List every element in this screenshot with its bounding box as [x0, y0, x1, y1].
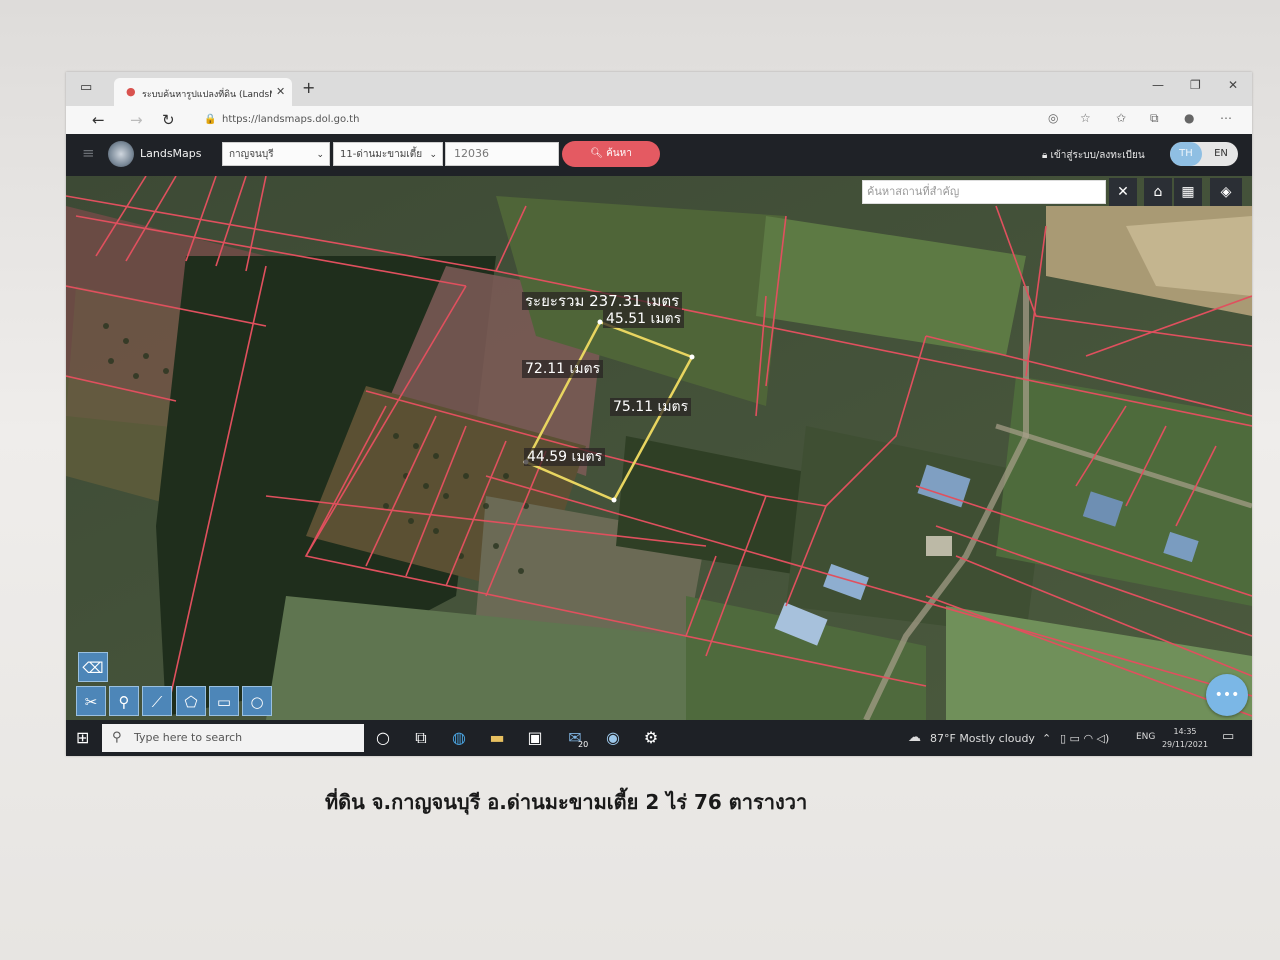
edge-bottom-label: 44.59 เมตร — [524, 448, 606, 466]
tab-bar: ▭ ● ระบบค้นหารูปแปลงที่ดิน (LandsMaps) ✕… — [66, 72, 1252, 106]
cloud-icon: ☁ — [908, 730, 921, 745]
url-text: https://landsmaps.dol.go.th — [222, 114, 360, 125]
edge-browser-icon[interactable]: ◍ — [448, 727, 470, 749]
mail-badge: 20 — [578, 740, 589, 749]
edge-top-label: 45.51 เมตร — [603, 310, 685, 328]
lock-icon: 🔒 — [204, 114, 217, 125]
chrome-icon[interactable]: ◉ — [602, 727, 624, 749]
map-pin-icon: ● — [126, 85, 136, 98]
file-explorer-icon[interactable]: ▬ — [486, 727, 508, 749]
landsmaps-header: ≡ LandsMaps กาญจนบุรี ⌄ 11-ด่านมะขามเตี้… — [66, 134, 1252, 176]
grid-icon[interactable]: ▦ — [1174, 178, 1202, 206]
district-value: 11-ด่านมะขามเตี้ย — [340, 149, 423, 160]
eraser-tool-icon[interactable]: ⌫ — [78, 652, 108, 682]
line-tool-icon[interactable]: ⟋ — [142, 686, 172, 716]
clock[interactable]: 14:35 29/11/2021 — [1158, 725, 1212, 751]
clock-time: 14:35 — [1173, 727, 1197, 736]
cortana-icon[interactable]: ○ — [372, 727, 394, 749]
add-favorite-icon[interactable]: ☆ — [1080, 111, 1091, 125]
landsmaps-logo — [108, 141, 134, 167]
photo-caption: ที่ดิน จ.กาญจนบุรี อ.ด่านมะขามเตี้ย 2 ไร… — [325, 790, 808, 814]
map-view[interactable]: ระยะรวม 237.31 เมตร 45.51 เมตร 72.11 เมต… — [66, 176, 1252, 720]
parcel-number-input[interactable]: 12036 — [445, 142, 559, 166]
language-toggle[interactable]: TH EN — [1170, 142, 1238, 166]
tray-icons[interactable]: ▯ ▭ ◠ ◁) — [1060, 732, 1109, 745]
vertex-marker — [597, 319, 603, 325]
back-icon[interactable]: ← — [92, 111, 105, 129]
new-tab-icon[interactable]: + — [302, 80, 315, 96]
tab-actions-icon[interactable]: ▭ — [80, 80, 92, 96]
task-view-icon[interactable]: ⧉ — [410, 727, 432, 749]
tab-landsmaps[interactable]: ● ระบบค้นหารูปแปลงที่ดิน (LandsMaps) ✕ — [114, 78, 292, 106]
taskbar-search-placeholder: Type here to search — [134, 731, 243, 744]
edge-left-label: 72.11 เมตร — [522, 360, 604, 378]
more-menu-icon[interactable]: ⋯ — [1220, 111, 1232, 125]
weather-text[interactable]: 87°F Mostly cloudy — [930, 732, 1035, 745]
tab-title: ระบบค้นหารูปแปลงที่ดิน (LandsMaps) — [142, 90, 272, 100]
more-options-button[interactable]: ••• — [1206, 674, 1248, 716]
url-field[interactable]: 🔒 https://landsmaps.dol.go.th — [204, 110, 1024, 130]
search-icon: ⚲ — [112, 730, 122, 745]
collections-icon[interactable]: ⧉ — [1150, 111, 1159, 126]
search-button-label: ค้นหา — [606, 148, 632, 159]
clock-date: 29/11/2021 — [1161, 740, 1209, 749]
satellite-map — [66, 176, 1252, 720]
location-icon[interactable]: ◎ — [1048, 111, 1058, 125]
vertex-marker — [611, 497, 617, 503]
profile-icon[interactable]: ● — [1184, 111, 1194, 125]
place-search-input[interactable]: ค้นหาสถานที่สำคัญ — [862, 180, 1106, 204]
vertex-marker — [689, 354, 695, 360]
notification-icon[interactable]: ▭ — [1222, 729, 1234, 744]
close-tab-icon[interactable]: ✕ — [276, 85, 285, 98]
tools-icon[interactable]: ✂ — [76, 686, 106, 716]
clear-search-icon[interactable]: ✕ — [1109, 178, 1137, 206]
address-bar: ← → ↻ 🔒 https://landsmaps.dol.go.th ◎ ☆ … — [66, 106, 1252, 134]
browser-window: ▭ ● ระบบค้นหารูปแปลงที่ดิน (LandsMaps) ✕… — [66, 72, 1252, 756]
login-link[interactable]: 🔒︎ เข้าสู่ระบบ/ลงทะเบียน — [1042, 148, 1145, 163]
menu-icon[interactable]: ≡ — [82, 146, 98, 161]
chevron-down-icon: ⌄ — [429, 150, 437, 160]
windows-taskbar: ⊞ ⚲ Type here to search ○ ⧉ ◍ ▬ ▣ ✉ 20 ◉… — [66, 720, 1252, 756]
home-icon[interactable]: ⌂ — [1144, 178, 1172, 206]
district-select[interactable]: 11-ด่านมะขามเตี้ย ⌄ — [333, 142, 443, 166]
input-language[interactable]: ENG — [1136, 732, 1155, 742]
search-button[interactable]: 🔍︎ ค้นหา — [562, 141, 660, 167]
lang-en-option[interactable]: EN — [1204, 142, 1238, 166]
search-icon: 🔍︎ — [590, 148, 603, 159]
edge-right-label: 75.11 เมตร — [610, 398, 692, 416]
polygon-tool-icon[interactable]: ⬠ — [176, 686, 206, 716]
login-label: เข้าสู่ระบบ/ลงทะเบียน — [1050, 150, 1145, 161]
lock-icon: 🔒︎ — [1042, 150, 1048, 161]
chevron-down-icon: ⌄ — [316, 150, 324, 160]
rectangle-tool-icon[interactable]: ▭ — [209, 686, 239, 716]
layers-icon[interactable]: ◈ — [1210, 178, 1242, 206]
store-icon[interactable]: ▣ — [524, 727, 546, 749]
circle-tool-icon[interactable]: ○ — [242, 686, 272, 716]
taskbar-search[interactable]: ⚲ Type here to search — [102, 724, 364, 752]
province-value: กาญจนบุรี — [229, 149, 274, 160]
marker-tool-icon[interactable]: ⚲ — [109, 686, 139, 716]
brand-name: LandsMaps — [140, 147, 202, 160]
chevron-up-icon[interactable]: ⌃ — [1042, 732, 1051, 745]
province-select[interactable]: กาญจนบุรี ⌄ — [222, 142, 330, 166]
total-distance-label: ระยะรวม 237.31 เมตร — [522, 292, 683, 310]
windows-start-icon[interactable]: ⊞ — [76, 728, 89, 747]
lang-th-option[interactable]: TH — [1170, 142, 1202, 166]
settings-icon[interactable]: ⚙ — [640, 727, 662, 749]
minimize-icon[interactable]: — — [1152, 78, 1164, 92]
maximize-icon[interactable]: ❐ — [1190, 78, 1201, 92]
forward-icon[interactable]: → — [130, 111, 143, 129]
refresh-icon[interactable]: ↻ — [162, 111, 175, 129]
favorites-icon[interactable]: ✩ — [1116, 111, 1126, 125]
close-window-icon[interactable]: ✕ — [1228, 78, 1238, 92]
